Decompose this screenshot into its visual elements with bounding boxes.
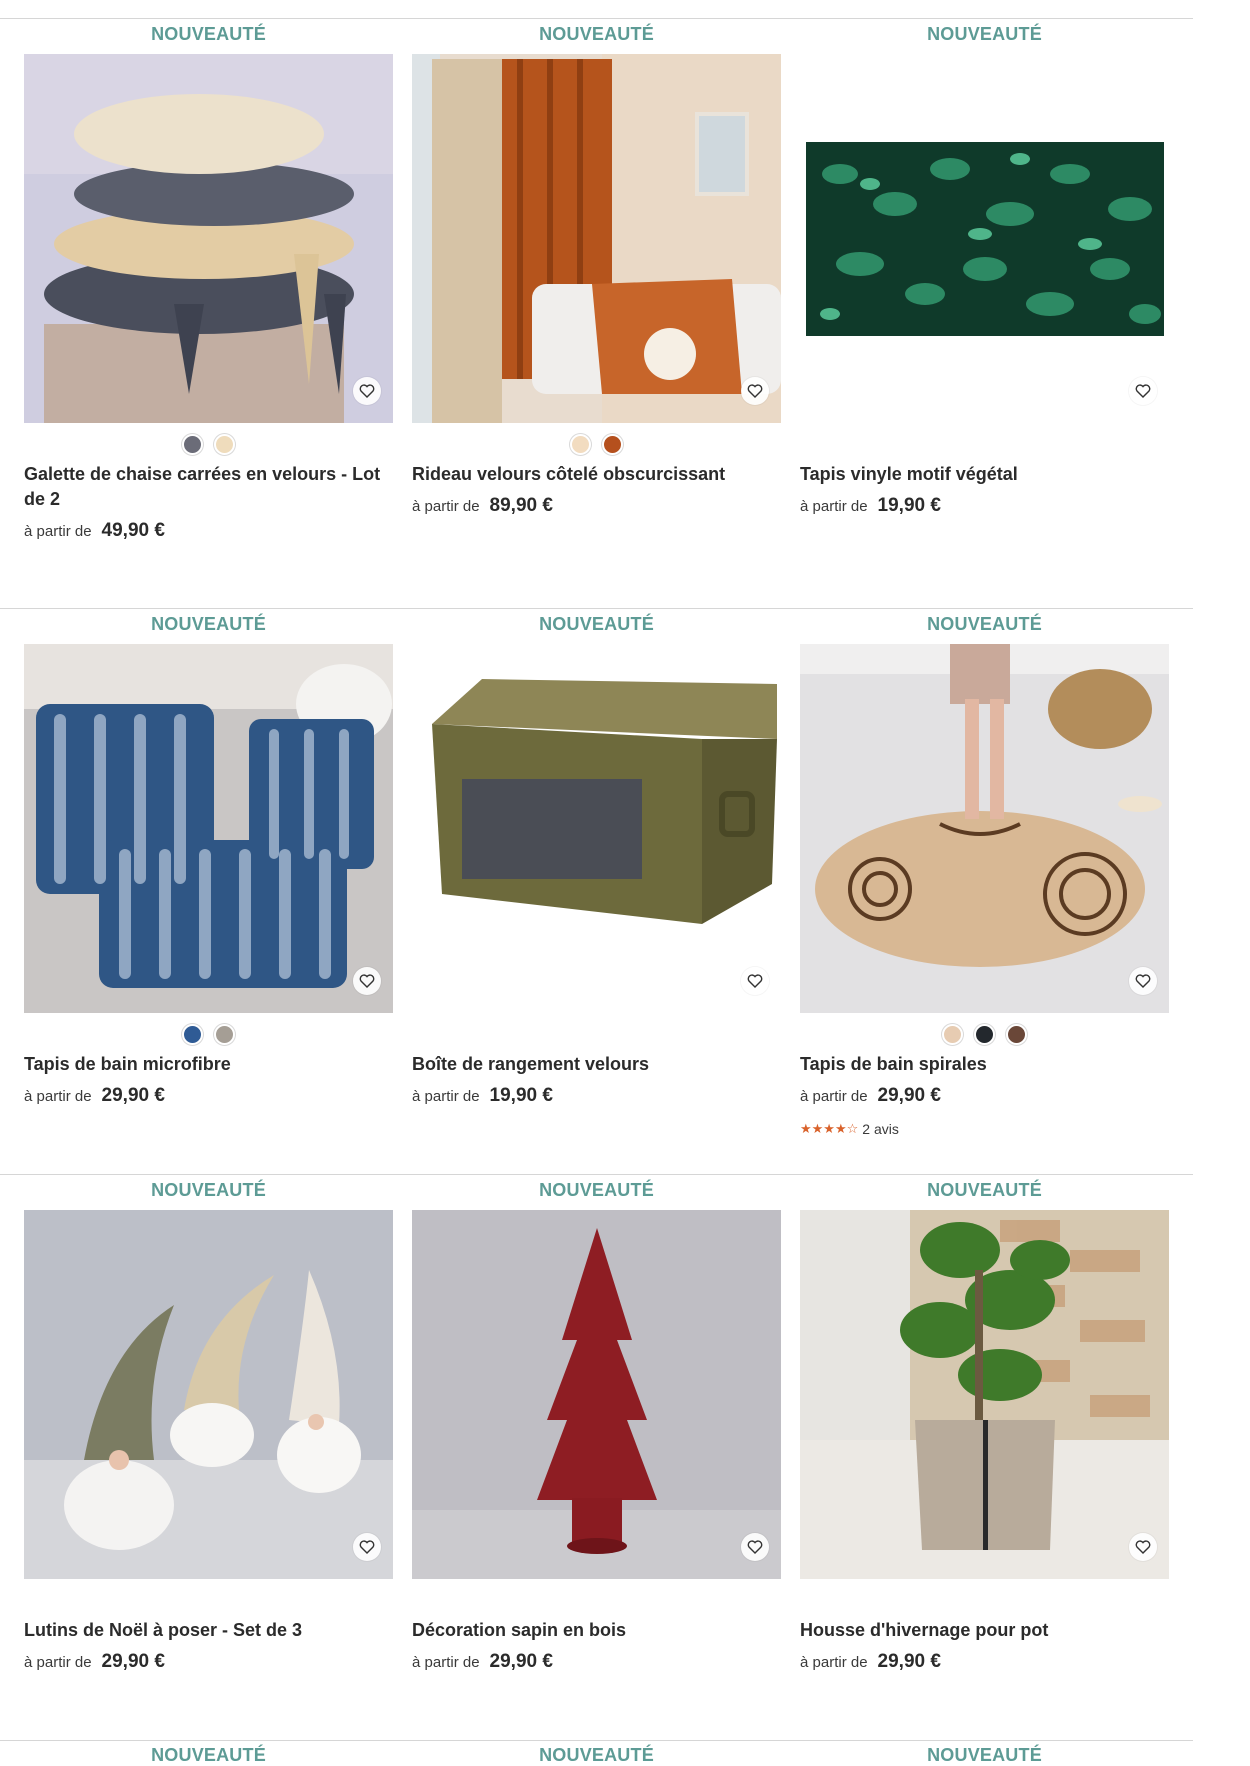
product-title[interactable]: Boîte de rangement velours [412, 1052, 781, 1077]
color-swatch[interactable] [974, 1024, 995, 1045]
round-bath-mat-image[interactable] [800, 644, 1169, 1013]
color-swatch[interactable] [1006, 1024, 1027, 1045]
new-badge: NOUVEAUTÉ [151, 1745, 266, 1765]
price-from-label: à partir de [800, 498, 868, 515]
product-title[interactable]: Galette de chaise carrées en velours - L… [24, 462, 393, 512]
price-row: à partir de 29,90 € [24, 1085, 165, 1107]
product-title[interactable]: Housse d'hivernage pour pot [800, 1618, 1169, 1643]
color-swatch[interactable] [570, 434, 591, 455]
curtain-image[interactable] [412, 54, 781, 423]
new-badge: NOUVEAUTÉ [539, 24, 654, 44]
color-swatch[interactable] [942, 1024, 963, 1045]
favorite-heart-icon[interactable] [1129, 377, 1157, 405]
new-badge: NOUVEAUTÉ [927, 614, 1042, 634]
row-divider [0, 1174, 1193, 1175]
new-badge: NOUVEAUTÉ [151, 24, 266, 44]
row-divider [0, 608, 1193, 609]
color-swatch[interactable] [602, 434, 623, 455]
product-price: 29,90 € [101, 1085, 165, 1106]
product-title[interactable]: Rideau velours côtelé obscurcissant [412, 462, 781, 487]
favorite-heart-icon[interactable] [1129, 967, 1157, 995]
row-divider [0, 18, 1193, 19]
color-swatch[interactable] [182, 1024, 203, 1045]
new-badge: NOUVEAUTÉ [539, 1745, 654, 1765]
new-badge: NOUVEAUTÉ [927, 1745, 1042, 1765]
rating[interactable]: ★★★★☆ 2 avis [800, 1121, 899, 1137]
new-badge: NOUVEAUTÉ [539, 1180, 654, 1200]
price-row: à partir de 19,90 € [800, 495, 941, 517]
product-price: 19,90 € [489, 1085, 553, 1106]
product-price: 19,90 € [877, 495, 941, 516]
price-from-label: à partir de [800, 1654, 868, 1671]
color-swatches [24, 1024, 393, 1045]
review-count: 2 avis [862, 1121, 899, 1137]
product-title[interactable]: Tapis de bain microfibre [24, 1052, 393, 1077]
new-badge: NOUVEAUTÉ [927, 1180, 1042, 1200]
new-badge: NOUVEAUTÉ [927, 24, 1042, 44]
product-title[interactable]: Tapis vinyle motif végétal [800, 462, 1169, 487]
color-swatch[interactable] [182, 434, 203, 455]
product-price: 29,90 € [877, 1085, 941, 1106]
product-price: 49,90 € [101, 520, 165, 541]
price-from-label: à partir de [412, 498, 480, 515]
color-swatch[interactable] [214, 434, 235, 455]
color-swatches [24, 434, 393, 455]
price-row: à partir de 49,90 € [24, 520, 165, 542]
color-swatches [800, 1024, 1169, 1045]
new-badge: NOUVEAUTÉ [151, 1180, 266, 1200]
favorite-heart-icon[interactable] [741, 967, 769, 995]
chair-cushions-image[interactable] [24, 54, 393, 423]
product-price: 29,90 € [877, 1651, 941, 1672]
product-price: 29,90 € [489, 1651, 553, 1672]
product-price: 89,90 € [489, 495, 553, 516]
storage-box-image[interactable] [412, 644, 781, 1013]
pot-cover-image[interactable] [800, 1210, 1169, 1579]
price-from-label: à partir de [24, 1088, 92, 1105]
favorite-heart-icon[interactable] [353, 1533, 381, 1561]
favorite-heart-icon[interactable] [353, 377, 381, 405]
price-from-label: à partir de [800, 1088, 868, 1105]
price-from-label: à partir de [412, 1654, 480, 1671]
christmas-gnomes-image[interactable] [24, 1210, 393, 1579]
product-title[interactable]: Tapis de bain spirales [800, 1052, 1169, 1077]
new-badge: NOUVEAUTÉ [151, 614, 266, 634]
price-row: à partir de 29,90 € [412, 1651, 553, 1673]
color-swatch[interactable] [214, 1024, 235, 1045]
price-row: à partir de 29,90 € [24, 1651, 165, 1673]
rating-stars-icon: ★★★★☆ [800, 1121, 859, 1136]
favorite-heart-icon[interactable] [741, 1533, 769, 1561]
price-from-label: à partir de [24, 523, 92, 540]
price-row: à partir de 29,90 € [800, 1085, 941, 1107]
new-badge: NOUVEAUTÉ [539, 614, 654, 634]
product-title[interactable]: Décoration sapin en bois [412, 1618, 781, 1643]
price-row: à partir de 89,90 € [412, 495, 553, 517]
row-divider [0, 1740, 1193, 1741]
vinyl-rug-image[interactable] [800, 54, 1169, 423]
favorite-heart-icon[interactable] [353, 967, 381, 995]
favorite-heart-icon[interactable] [1129, 1533, 1157, 1561]
price-from-label: à partir de [412, 1088, 480, 1105]
color-swatches [412, 434, 781, 455]
bath-mat-set-image[interactable] [24, 644, 393, 1013]
price-from-label: à partir de [24, 1654, 92, 1671]
favorite-heart-icon[interactable] [741, 377, 769, 405]
product-title[interactable]: Lutins de Noël à poser - Set de 3 [24, 1618, 393, 1643]
price-row: à partir de 29,90 € [800, 1651, 941, 1673]
wooden-tree-image[interactable] [412, 1210, 781, 1579]
price-row: à partir de 19,90 € [412, 1085, 553, 1107]
product-price: 29,90 € [101, 1651, 165, 1672]
